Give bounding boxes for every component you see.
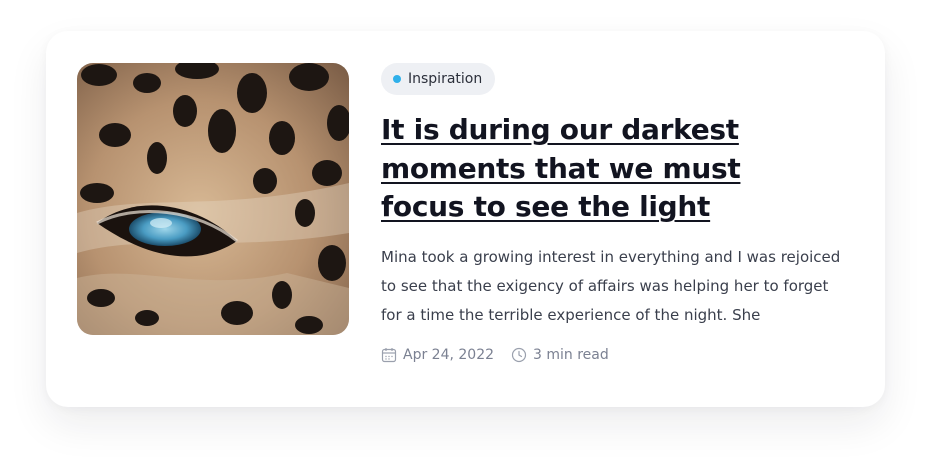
article-excerpt: Mina took a growing interest in everythi… xyxy=(381,247,841,324)
read-time: 3 min read xyxy=(511,347,609,363)
category-dot-icon xyxy=(393,75,401,83)
publish-date-text: Apr 24, 2022 xyxy=(403,346,495,363)
read-time-text: 3 min read xyxy=(533,346,609,363)
leopard-eye-image xyxy=(77,63,349,335)
article-content: Inspiration It is during our darkest mom… xyxy=(381,63,861,363)
calendar-icon xyxy=(381,347,397,362)
category-label: Inspiration xyxy=(408,71,483,87)
clock-icon xyxy=(511,347,527,362)
publish-date: Apr 24, 2022 xyxy=(381,347,494,363)
article-title[interactable]: It is during our darkest moments that we… xyxy=(381,111,821,227)
article-thumbnail[interactable] xyxy=(77,63,349,335)
article-card: Inspiration It is during our darkest mom… xyxy=(46,31,885,407)
category-tag[interactable]: Inspiration xyxy=(381,63,496,95)
article-meta: Apr 24, 2022 3 min read xyxy=(381,347,861,363)
